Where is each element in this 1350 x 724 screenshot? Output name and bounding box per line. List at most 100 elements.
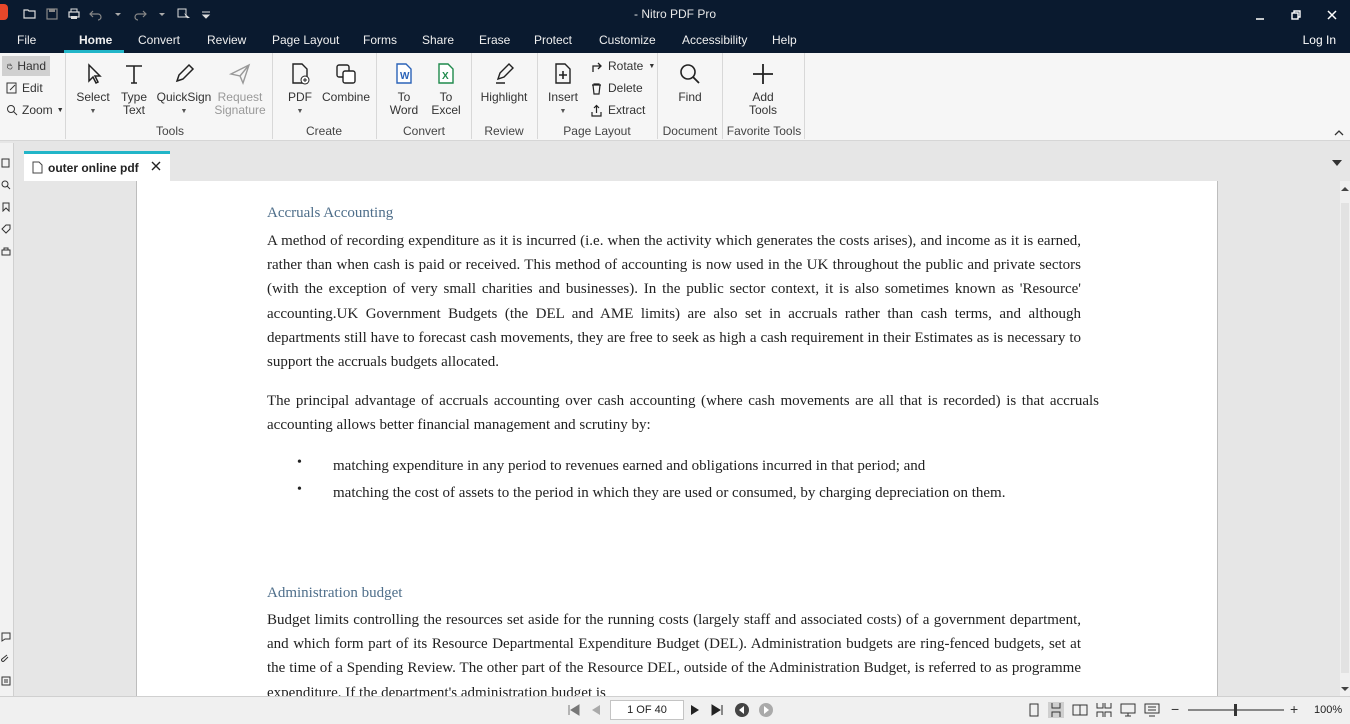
type-text-label-1: Type xyxy=(120,90,147,104)
send-icon xyxy=(227,61,253,87)
hand-tool-button[interactable]: Hand xyxy=(2,56,50,76)
paragraph-accruals-advantage: The principal advantage of accruals acco… xyxy=(267,393,1099,434)
zoom-dropdown-icon: ▼ xyxy=(56,106,64,114)
presentation-icon[interactable] xyxy=(1144,702,1160,718)
scroll-up-icon[interactable] xyxy=(1341,185,1349,193)
to-excel-label-1: To xyxy=(439,90,453,104)
rotate-button[interactable]: Rotate ▼ xyxy=(590,57,655,75)
find-label: Find xyxy=(678,90,702,104)
collapse-ribbon-icon[interactable] xyxy=(1334,129,1344,137)
tab-review[interactable]: Review xyxy=(207,33,246,47)
fullscreen-icon[interactable] xyxy=(1120,702,1136,718)
review-group-label: Review xyxy=(484,124,524,138)
tab-erase[interactable]: Erase xyxy=(479,33,510,47)
next-view-icon[interactable] xyxy=(758,702,774,718)
search-panel-icon[interactable] xyxy=(1,179,11,190)
page-number-field[interactable]: 1 OF 40 xyxy=(610,700,684,720)
highlight-label: Highlight xyxy=(480,90,528,104)
to-excel-button[interactable]: X To Excel xyxy=(428,61,464,117)
tab-help[interactable]: Help xyxy=(772,33,797,47)
tab-file[interactable]: File xyxy=(17,33,36,47)
hand-icon xyxy=(6,63,13,70)
lock-panel-icon[interactable] xyxy=(1,245,11,256)
two-page-view-icon[interactable] xyxy=(1072,702,1088,718)
ribbon: Hand Edit Zoom ▼ Select ▼ Type Text Quic… xyxy=(0,53,1350,141)
close-window-icon[interactable] xyxy=(1314,0,1350,29)
vertical-scrollbar[interactable] xyxy=(1340,181,1350,696)
next-page-icon[interactable] xyxy=(687,702,703,718)
to-word-label-1: To xyxy=(397,90,411,104)
type-text-button[interactable]: Type Text xyxy=(118,61,150,117)
highlight-button[interactable]: Highlight xyxy=(478,61,530,104)
comments-panel-icon[interactable] xyxy=(1,631,11,642)
add-tools-button[interactable]: Add Tools xyxy=(744,61,782,117)
delete-label: Delete xyxy=(608,81,643,95)
login-button[interactable]: Log In xyxy=(1303,33,1336,47)
zoom-in-button[interactable]: + xyxy=(1290,701,1298,717)
page-layout-group-label: Page Layout xyxy=(563,124,631,138)
find-button[interactable]: Find xyxy=(672,61,708,104)
chevron-down-icon: ▼ xyxy=(89,108,97,115)
extract-label: Extract xyxy=(608,103,646,117)
zoom-label: Zoom xyxy=(22,103,53,117)
side-panel-rail xyxy=(0,143,14,696)
chevron-down-icon: ▼ xyxy=(180,108,188,115)
zoom-tool-button[interactable]: Zoom ▼ xyxy=(2,100,68,120)
single-page-view-icon[interactable] xyxy=(1026,702,1042,718)
convert-group-label: Convert xyxy=(402,124,446,138)
restore-icon[interactable] xyxy=(1278,0,1314,29)
request-signature-button[interactable]: Request Signature xyxy=(214,61,266,117)
quicksign-button[interactable]: QuickSign ▼ xyxy=(156,61,212,118)
window-controls xyxy=(1242,0,1350,29)
highlighter-icon xyxy=(491,61,517,87)
scroll-down-icon[interactable] xyxy=(1341,685,1349,693)
combine-button[interactable]: Combine xyxy=(322,61,370,104)
edit-tool-button[interactable]: Edit xyxy=(2,78,47,98)
tags-panel-icon[interactable] xyxy=(1,223,11,234)
tabs-dropdown-icon[interactable] xyxy=(1332,159,1342,167)
bookmarks-panel-icon[interactable] xyxy=(1,201,11,213)
tab-accessibility[interactable]: Accessibility xyxy=(682,33,747,47)
tab-customize[interactable]: Customize xyxy=(599,33,656,47)
bullet-item-matching-expenditure: matching expenditure in any period to re… xyxy=(333,458,926,474)
previous-view-icon[interactable] xyxy=(734,702,750,718)
tools-group-label: Tools xyxy=(155,124,184,138)
bullet-marker: • xyxy=(297,455,302,470)
create-pdf-label: PDF xyxy=(288,90,312,104)
two-page-continuous-icon[interactable] xyxy=(1096,702,1112,718)
delete-button[interactable]: Delete xyxy=(590,79,643,97)
last-page-icon[interactable] xyxy=(709,702,725,718)
tab-forms[interactable]: Forms xyxy=(363,33,397,47)
tab-home[interactable]: Home xyxy=(79,33,112,47)
layers-panel-icon[interactable] xyxy=(1,675,11,686)
continuous-view-icon[interactable] xyxy=(1048,702,1064,718)
zoom-level[interactable]: 100% xyxy=(1314,704,1342,716)
to-word-button[interactable]: W To Word xyxy=(386,61,422,117)
zoom-slider[interactable] xyxy=(1188,704,1284,716)
document-viewport[interactable]: Accruals Accounting A method of recordin… xyxy=(14,181,1340,696)
previous-page-icon[interactable] xyxy=(588,702,604,718)
tab-protect[interactable]: Protect xyxy=(534,33,572,47)
tab-share[interactable]: Share xyxy=(422,33,454,47)
document-tab[interactable]: outer online pdf xyxy=(24,151,170,181)
select-button[interactable]: Select ▼ xyxy=(74,61,112,118)
extract-icon xyxy=(591,104,602,117)
attachments-panel-icon[interactable] xyxy=(1,653,11,663)
extract-button[interactable]: Extract xyxy=(590,101,645,119)
request-label-2: Signature xyxy=(214,103,266,117)
pages-panel-icon[interactable] xyxy=(1,157,11,168)
svg-text:W: W xyxy=(400,71,410,82)
zoom-slider-knob[interactable] xyxy=(1234,704,1237,716)
scrollbar-thumb[interactable] xyxy=(1341,203,1349,673)
document-tabs: outer online pdf xyxy=(14,143,1350,181)
close-tab-icon[interactable] xyxy=(150,160,162,172)
tab-page-layout[interactable]: Page Layout xyxy=(272,33,339,47)
minimize-icon[interactable] xyxy=(1242,0,1278,29)
create-pdf-button[interactable]: PDF ▼ xyxy=(284,61,316,118)
zoom-out-button[interactable]: − xyxy=(1171,701,1179,717)
first-page-icon[interactable] xyxy=(566,702,582,718)
separator xyxy=(657,53,658,139)
insert-button[interactable]: Insert ▼ xyxy=(545,61,581,118)
heading-accruals-accounting: Accruals Accounting xyxy=(267,205,394,221)
tab-convert[interactable]: Convert xyxy=(138,33,180,47)
